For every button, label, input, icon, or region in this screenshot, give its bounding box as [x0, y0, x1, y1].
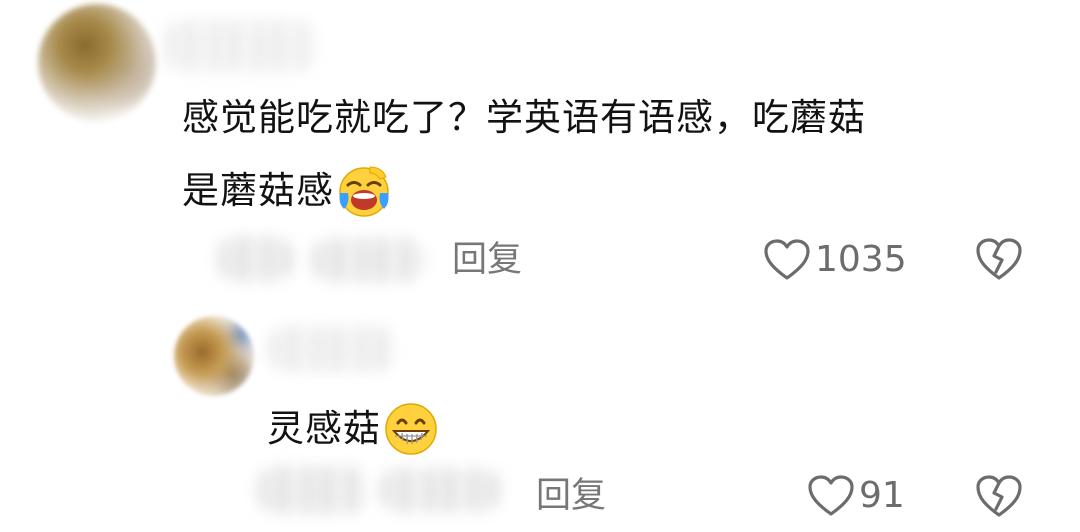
grinning-emoji-icon [383, 401, 439, 457]
reply-to-reply-button[interactable]: 回复 [536, 476, 606, 516]
dislike-button[interactable] [975, 236, 1023, 286]
reply-button[interactable]: 回复 [452, 240, 522, 280]
heart-outline-icon [764, 239, 810, 280]
reply-like-count: 91 [859, 475, 905, 516]
laughing-crying-emoji-icon [336, 163, 392, 219]
like-button[interactable]: 1035 [763, 238, 907, 282]
avatar[interactable] [38, 4, 156, 122]
username-blurred[interactable] [165, 20, 315, 72]
comment-text-line-2-label: 是蘑菇感 [182, 169, 334, 212]
comment-location-blurred [312, 238, 424, 282]
reply-text: 灵感菇 [267, 401, 439, 457]
broken-heart-icon [976, 238, 1022, 280]
reply-username-blurred[interactable] [268, 326, 394, 372]
reply-location-blurred [380, 468, 500, 512]
reply-like-button[interactable]: 91 [807, 474, 905, 518]
comment-time-blurred [218, 236, 292, 282]
heart-outline-icon [808, 475, 854, 516]
comment-text-line-1: 感觉能吃就吃了？学英语有语感，吃蘑菇 [182, 96, 866, 139]
comment-text-line-2: 是蘑菇感 [182, 163, 392, 219]
like-count: 1035 [815, 239, 907, 280]
reply-avatar[interactable] [174, 316, 254, 396]
reply-text-label: 灵感菇 [267, 407, 381, 450]
reply-dislike-button[interactable] [975, 473, 1023, 523]
broken-heart-icon [976, 475, 1022, 517]
reply-time-blurred [258, 466, 366, 514]
